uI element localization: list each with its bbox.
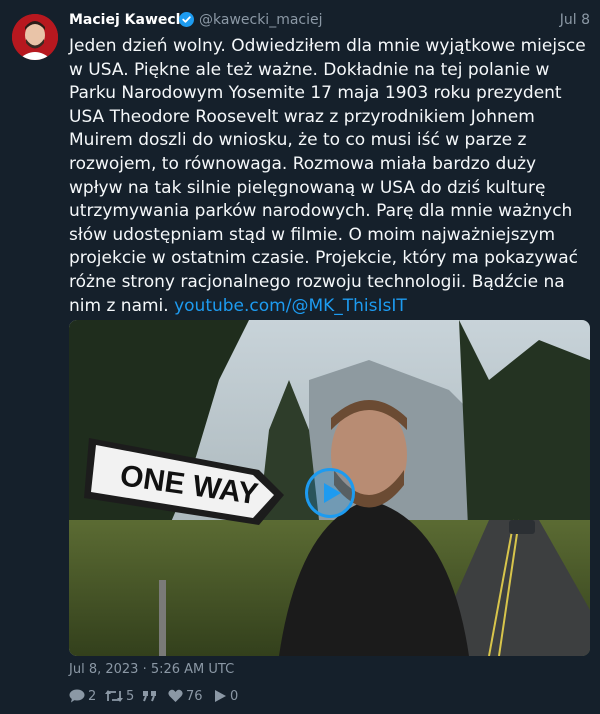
retweet-count: 5 — [126, 688, 135, 704]
like-count: 76 — [186, 688, 203, 704]
play-icon[interactable] — [305, 468, 355, 518]
tweet: Maciej Kawecki @kawecki_maciej Jul 8 Jed… — [0, 0, 600, 714]
reply-count: 2 — [88, 688, 97, 704]
youtube-link[interactable]: youtube.com/@MK_ThisIsIT — [174, 296, 407, 316]
tweet-header: Maciej Kawecki @kawecki_maciej Jul 8 — [69, 9, 590, 31]
reply-icon — [69, 689, 85, 703]
author-name[interactable]: Maciej Kawecki — [69, 9, 190, 31]
tweet-text: Jeden dzień wolny. Odwiedziłem dla mnie … — [69, 35, 594, 318]
post-timestamp[interactable]: Jul 8, 2023 · 5:26 AM UTC — [69, 662, 234, 677]
author-handle[interactable]: @kawecki_maciej — [199, 9, 323, 31]
quote-icon — [143, 691, 156, 702]
reply-button[interactable]: 2 — [69, 686, 96, 706]
retweet-button[interactable]: 5 — [105, 686, 134, 706]
avatar[interactable] — [12, 14, 58, 60]
heart-icon — [168, 689, 183, 702]
post-date[interactable]: Jul 8 — [560, 9, 590, 31]
like-button[interactable]: 76 — [168, 686, 203, 706]
views-count: 0 — [230, 688, 239, 704]
views-button[interactable]: 0 — [214, 686, 238, 706]
retweet-icon — [105, 690, 123, 702]
tweet-body: Jeden dzień wolny. Odwiedziłem dla mnie … — [69, 36, 586, 316]
play-views-icon — [215, 690, 226, 702]
verified-badge-icon — [179, 12, 194, 27]
quote-button[interactable] — [143, 686, 157, 706]
